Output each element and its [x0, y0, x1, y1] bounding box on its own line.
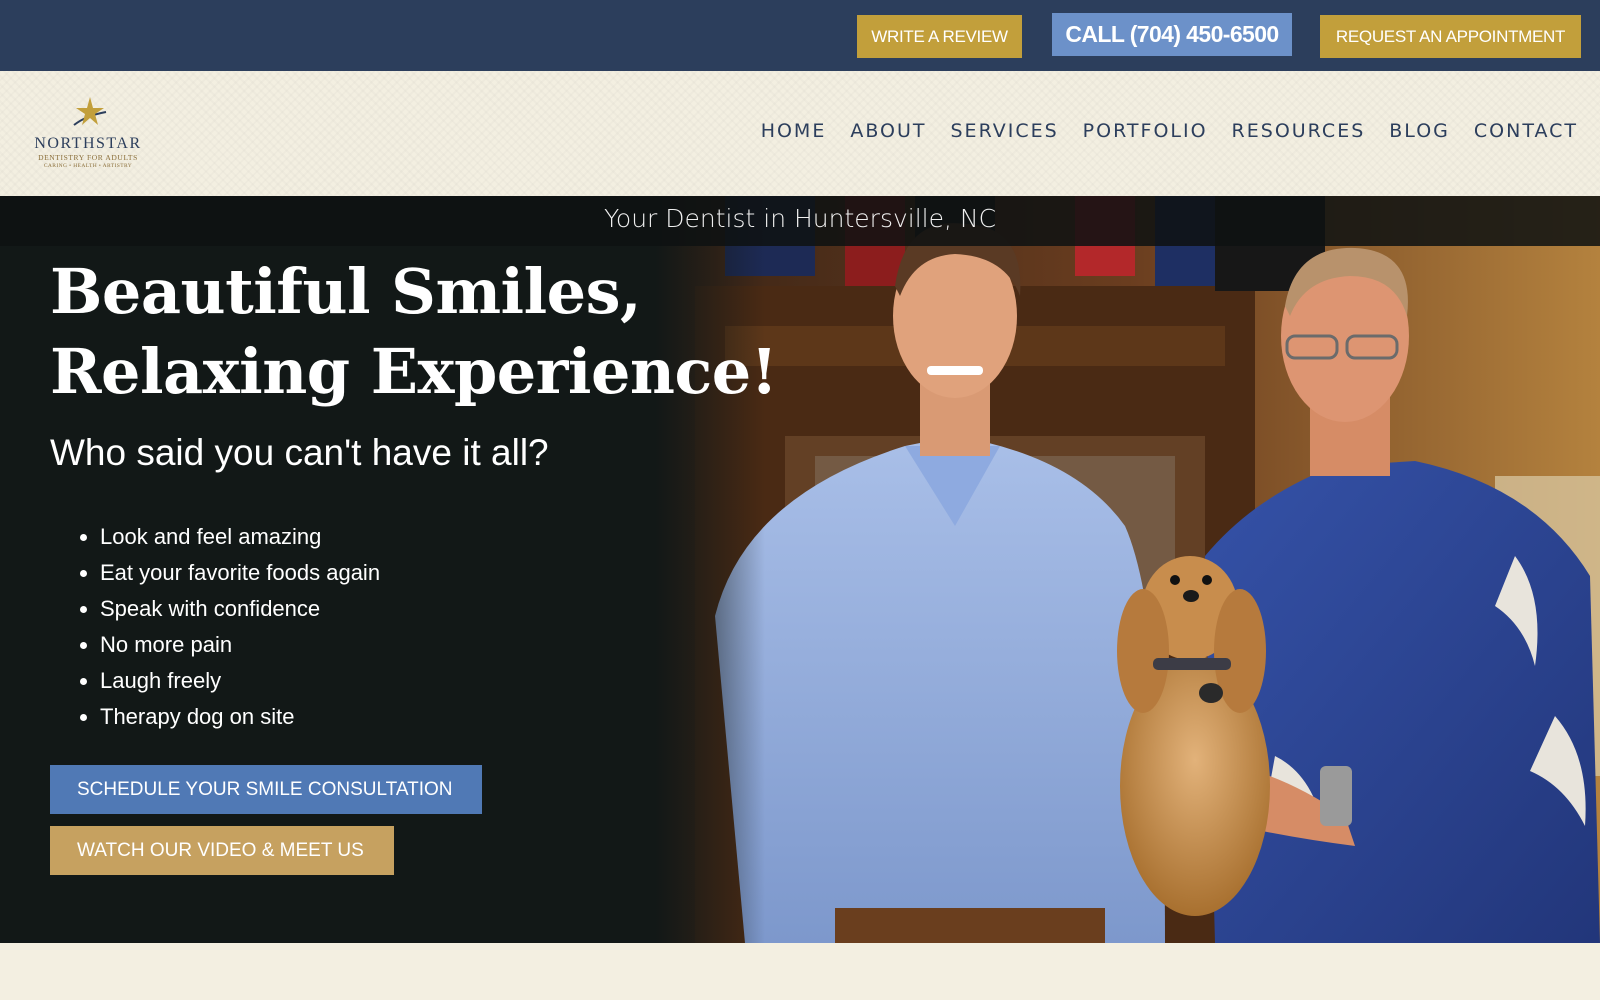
top-utility-bar: WRITE A REVIEW CALL (704) 450-6500 REQUE…: [0, 0, 1600, 71]
write-review-button[interactable]: WRITE A REVIEW: [857, 15, 1022, 58]
list-item: No more pain: [100, 630, 380, 666]
site-header: NORTHSTAR DENTISTRY FOR ADULTS CARING • …: [0, 71, 1600, 196]
nav-item-home[interactable]: HOME: [761, 120, 827, 142]
list-item: Eat your favorite foods again: [100, 558, 380, 594]
list-item: Speak with confidence: [100, 594, 380, 630]
list-item: Laugh freely: [100, 666, 380, 702]
nav-item-about[interactable]: ABOUT: [850, 120, 926, 142]
hero-tagline: Who said you can't have it all?: [50, 432, 549, 473]
hero-headline: Beautiful Smiles, Relaxing Experience!: [50, 252, 778, 412]
schedule-consultation-button[interactable]: SCHEDULE YOUR SMILE CONSULTATION: [50, 765, 482, 814]
request-appointment-button[interactable]: REQUEST AN APPOINTMENT: [1320, 15, 1581, 58]
nav-item-services[interactable]: SERVICES: [951, 120, 1059, 142]
benefits-list: Look and feel amazing Eat your favorite …: [78, 522, 380, 738]
logo-tagline: DENTISTRY FOR ADULTS: [38, 153, 138, 162]
nav-item-portfolio[interactable]: PORTFOLIO: [1083, 120, 1208, 142]
list-item: Therapy dog on site: [100, 702, 380, 738]
list-item: Look and feel amazing: [100, 522, 380, 558]
nav-item-resources[interactable]: RESOURCES: [1232, 120, 1366, 142]
call-phone-button[interactable]: CALL (704) 450-6500: [1052, 13, 1292, 56]
headline-line-2: Relaxing Experience!: [50, 335, 778, 408]
watch-video-button[interactable]: WATCH OUR VIDEO & MEET US: [50, 826, 394, 875]
north-star-logo-icon: [73, 97, 107, 126]
main-nav: HOME ABOUT SERVICES PORTFOLIO RESOURCES …: [737, 120, 1578, 142]
hero-photo-dentists-with-dog: [655, 196, 1600, 943]
headline-line-1: Beautiful Smiles,: [50, 255, 642, 328]
northstar-logo[interactable]: NORTHSTAR DENTISTRY FOR ADULTS CARING • …: [28, 95, 148, 173]
nav-item-blog[interactable]: BLOG: [1389, 120, 1450, 142]
logo-subtagline: CARING • HEALTH • ARTISTRY: [43, 163, 133, 169]
nav-item-contact[interactable]: CONTACT: [1474, 120, 1578, 142]
hero-section: Your Dentist in Huntersville, NC Beautif…: [0, 196, 1600, 943]
page-bottom-strip: [0, 943, 1600, 1000]
hero-subtitle: Your Dentist in Huntersville, NC: [603, 204, 997, 233]
logo-brand-text: NORTHSTAR: [34, 135, 142, 152]
